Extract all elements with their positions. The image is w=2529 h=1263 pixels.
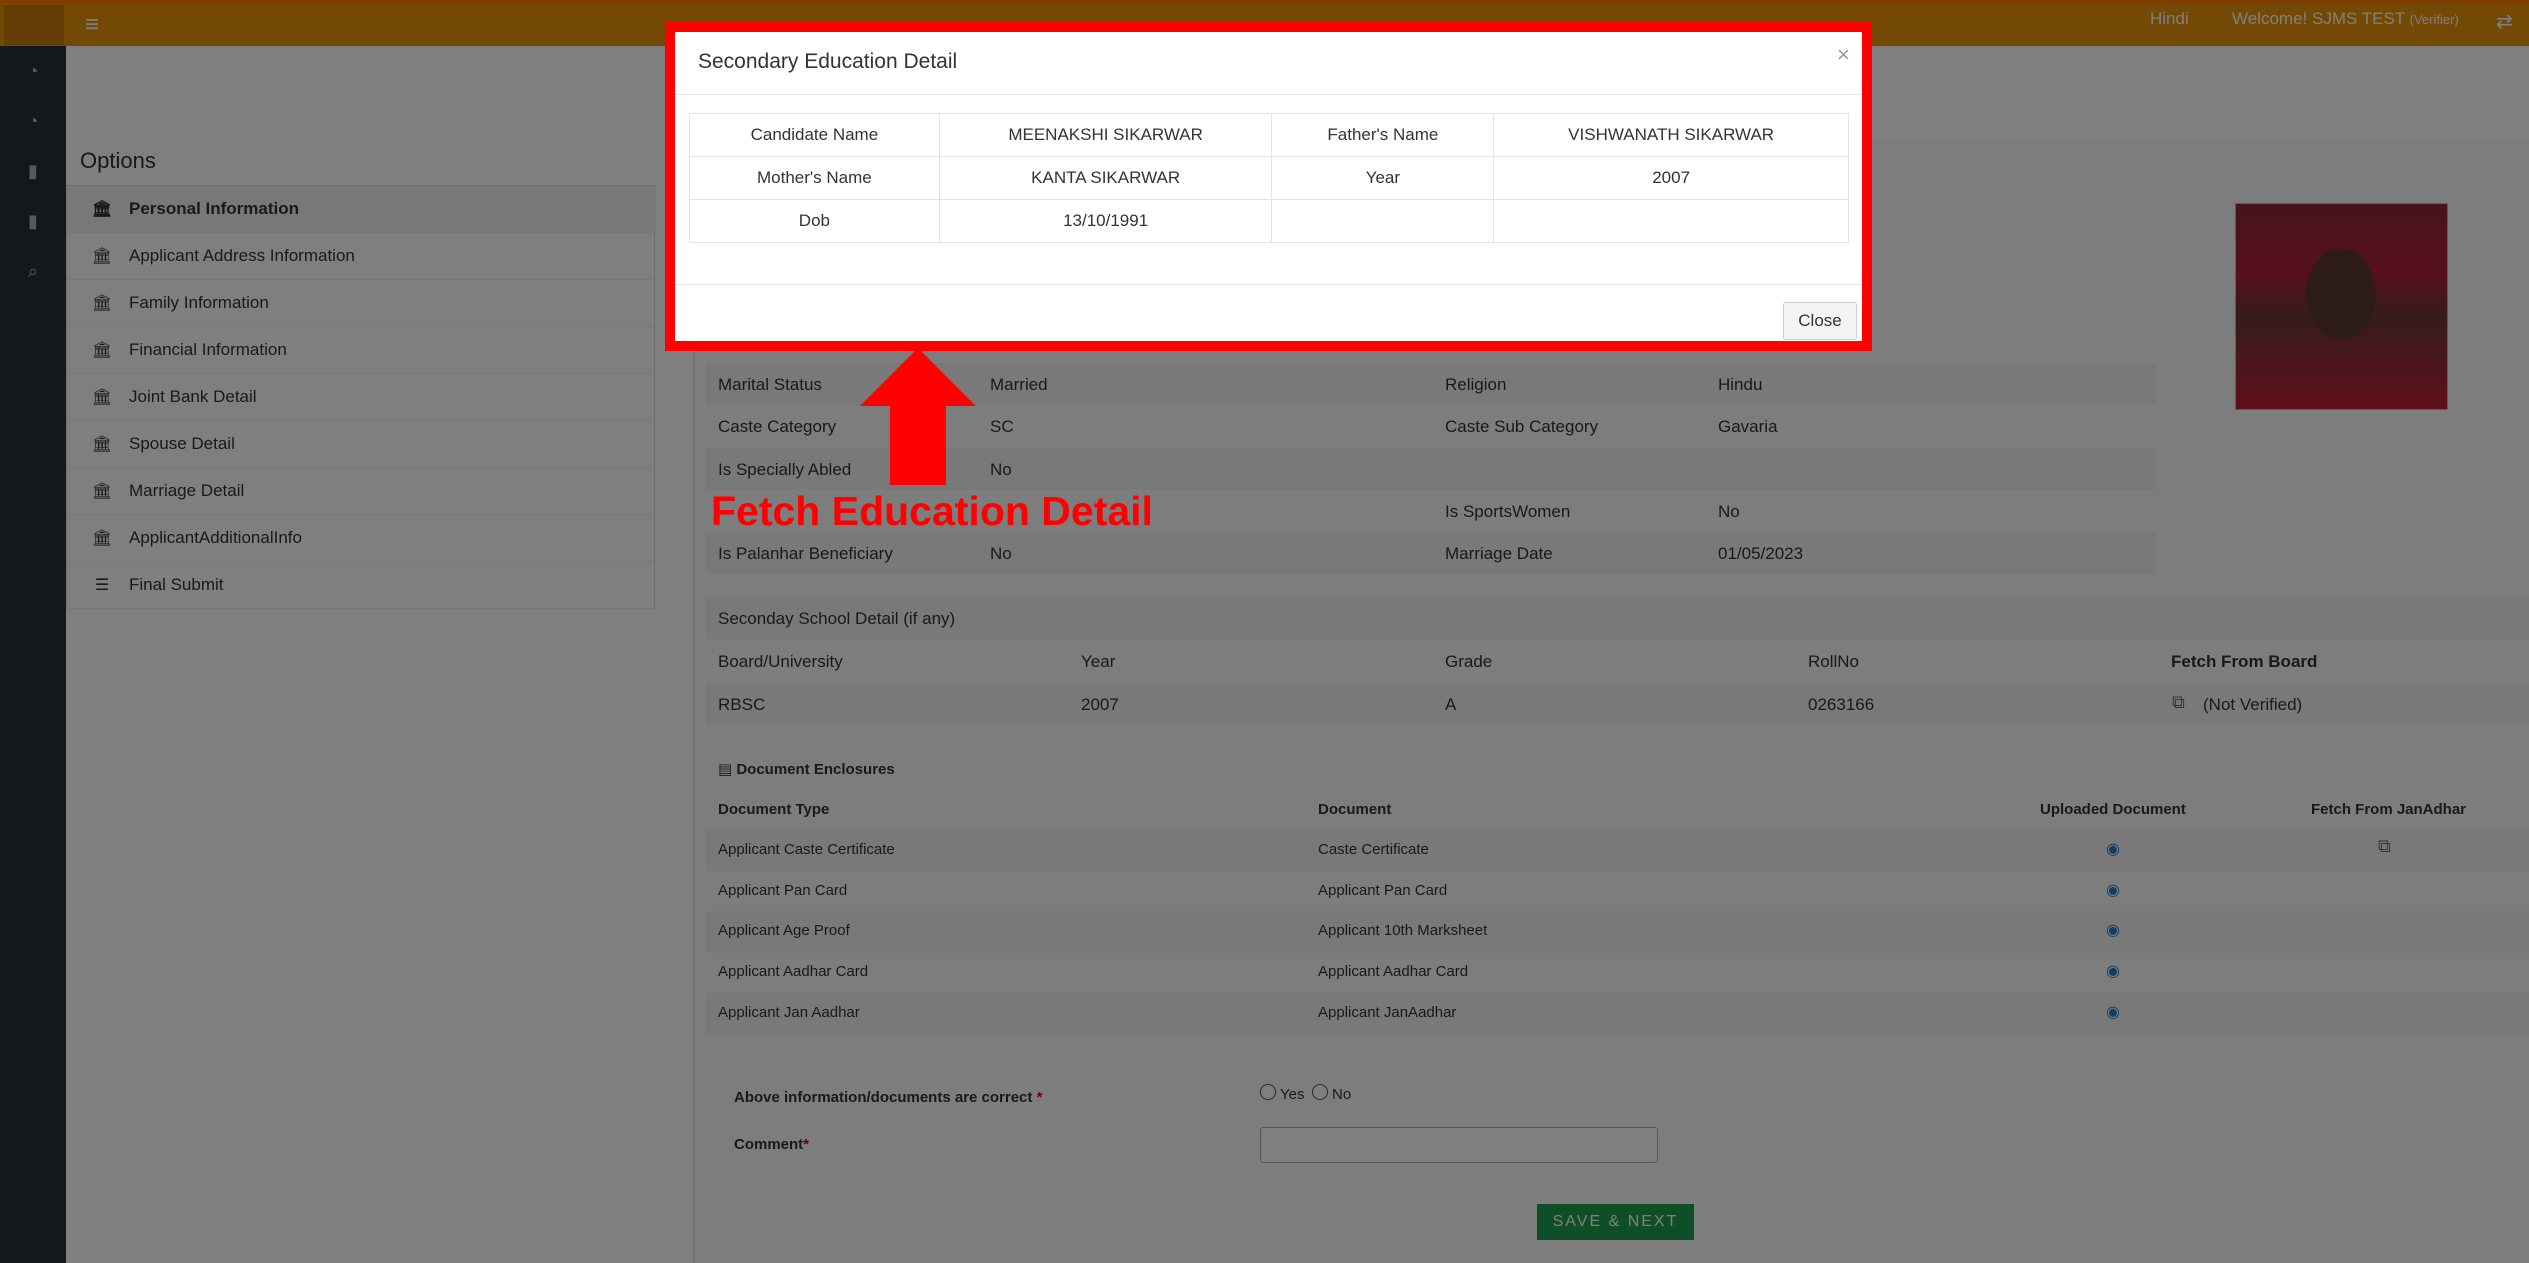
table-cell-value: VISHWANATH SIKARWAR xyxy=(1493,113,1849,157)
annotation-text: Fetch Education Detail xyxy=(711,488,1153,534)
table-row: Mother's Name KANTA SIKARWAR Year 2007 xyxy=(689,156,1849,200)
education-detail-table: Candidate Name MEENAKSHI SIKARWAR Father… xyxy=(689,113,1849,243)
table-row: Candidate Name MEENAKSHI SIKARWAR Father… xyxy=(689,113,1849,157)
table-cell-value: 2007 xyxy=(1493,156,1849,200)
secondary-education-modal: Secondary Education Detail × Candidate N… xyxy=(665,22,1872,351)
table-row: Dob 13/10/1991 xyxy=(689,199,1849,243)
table-cell-label xyxy=(1271,199,1495,243)
table-cell-label: Father's Name xyxy=(1271,113,1495,157)
annotation-arrow-head xyxy=(860,348,976,406)
annotation-arrow-shaft xyxy=(890,405,946,485)
modal-title: Secondary Education Detail xyxy=(698,50,958,73)
table-cell-value: KANTA SIKARWAR xyxy=(938,156,1273,200)
table-cell-label: Mother's Name xyxy=(689,156,940,200)
modal-divider xyxy=(675,94,1862,95)
modal-footer-divider xyxy=(675,284,1862,285)
table-cell-label: Candidate Name xyxy=(689,113,940,157)
table-cell-value xyxy=(1493,199,1849,243)
table-cell-label: Year xyxy=(1271,156,1495,200)
table-cell-value: 13/10/1991 xyxy=(938,199,1273,243)
close-button[interactable]: Close xyxy=(1783,302,1857,340)
close-icon[interactable]: × xyxy=(1837,42,1850,68)
table-cell-label: Dob xyxy=(689,199,940,243)
table-cell-value: MEENAKSHI SIKARWAR xyxy=(938,113,1273,157)
